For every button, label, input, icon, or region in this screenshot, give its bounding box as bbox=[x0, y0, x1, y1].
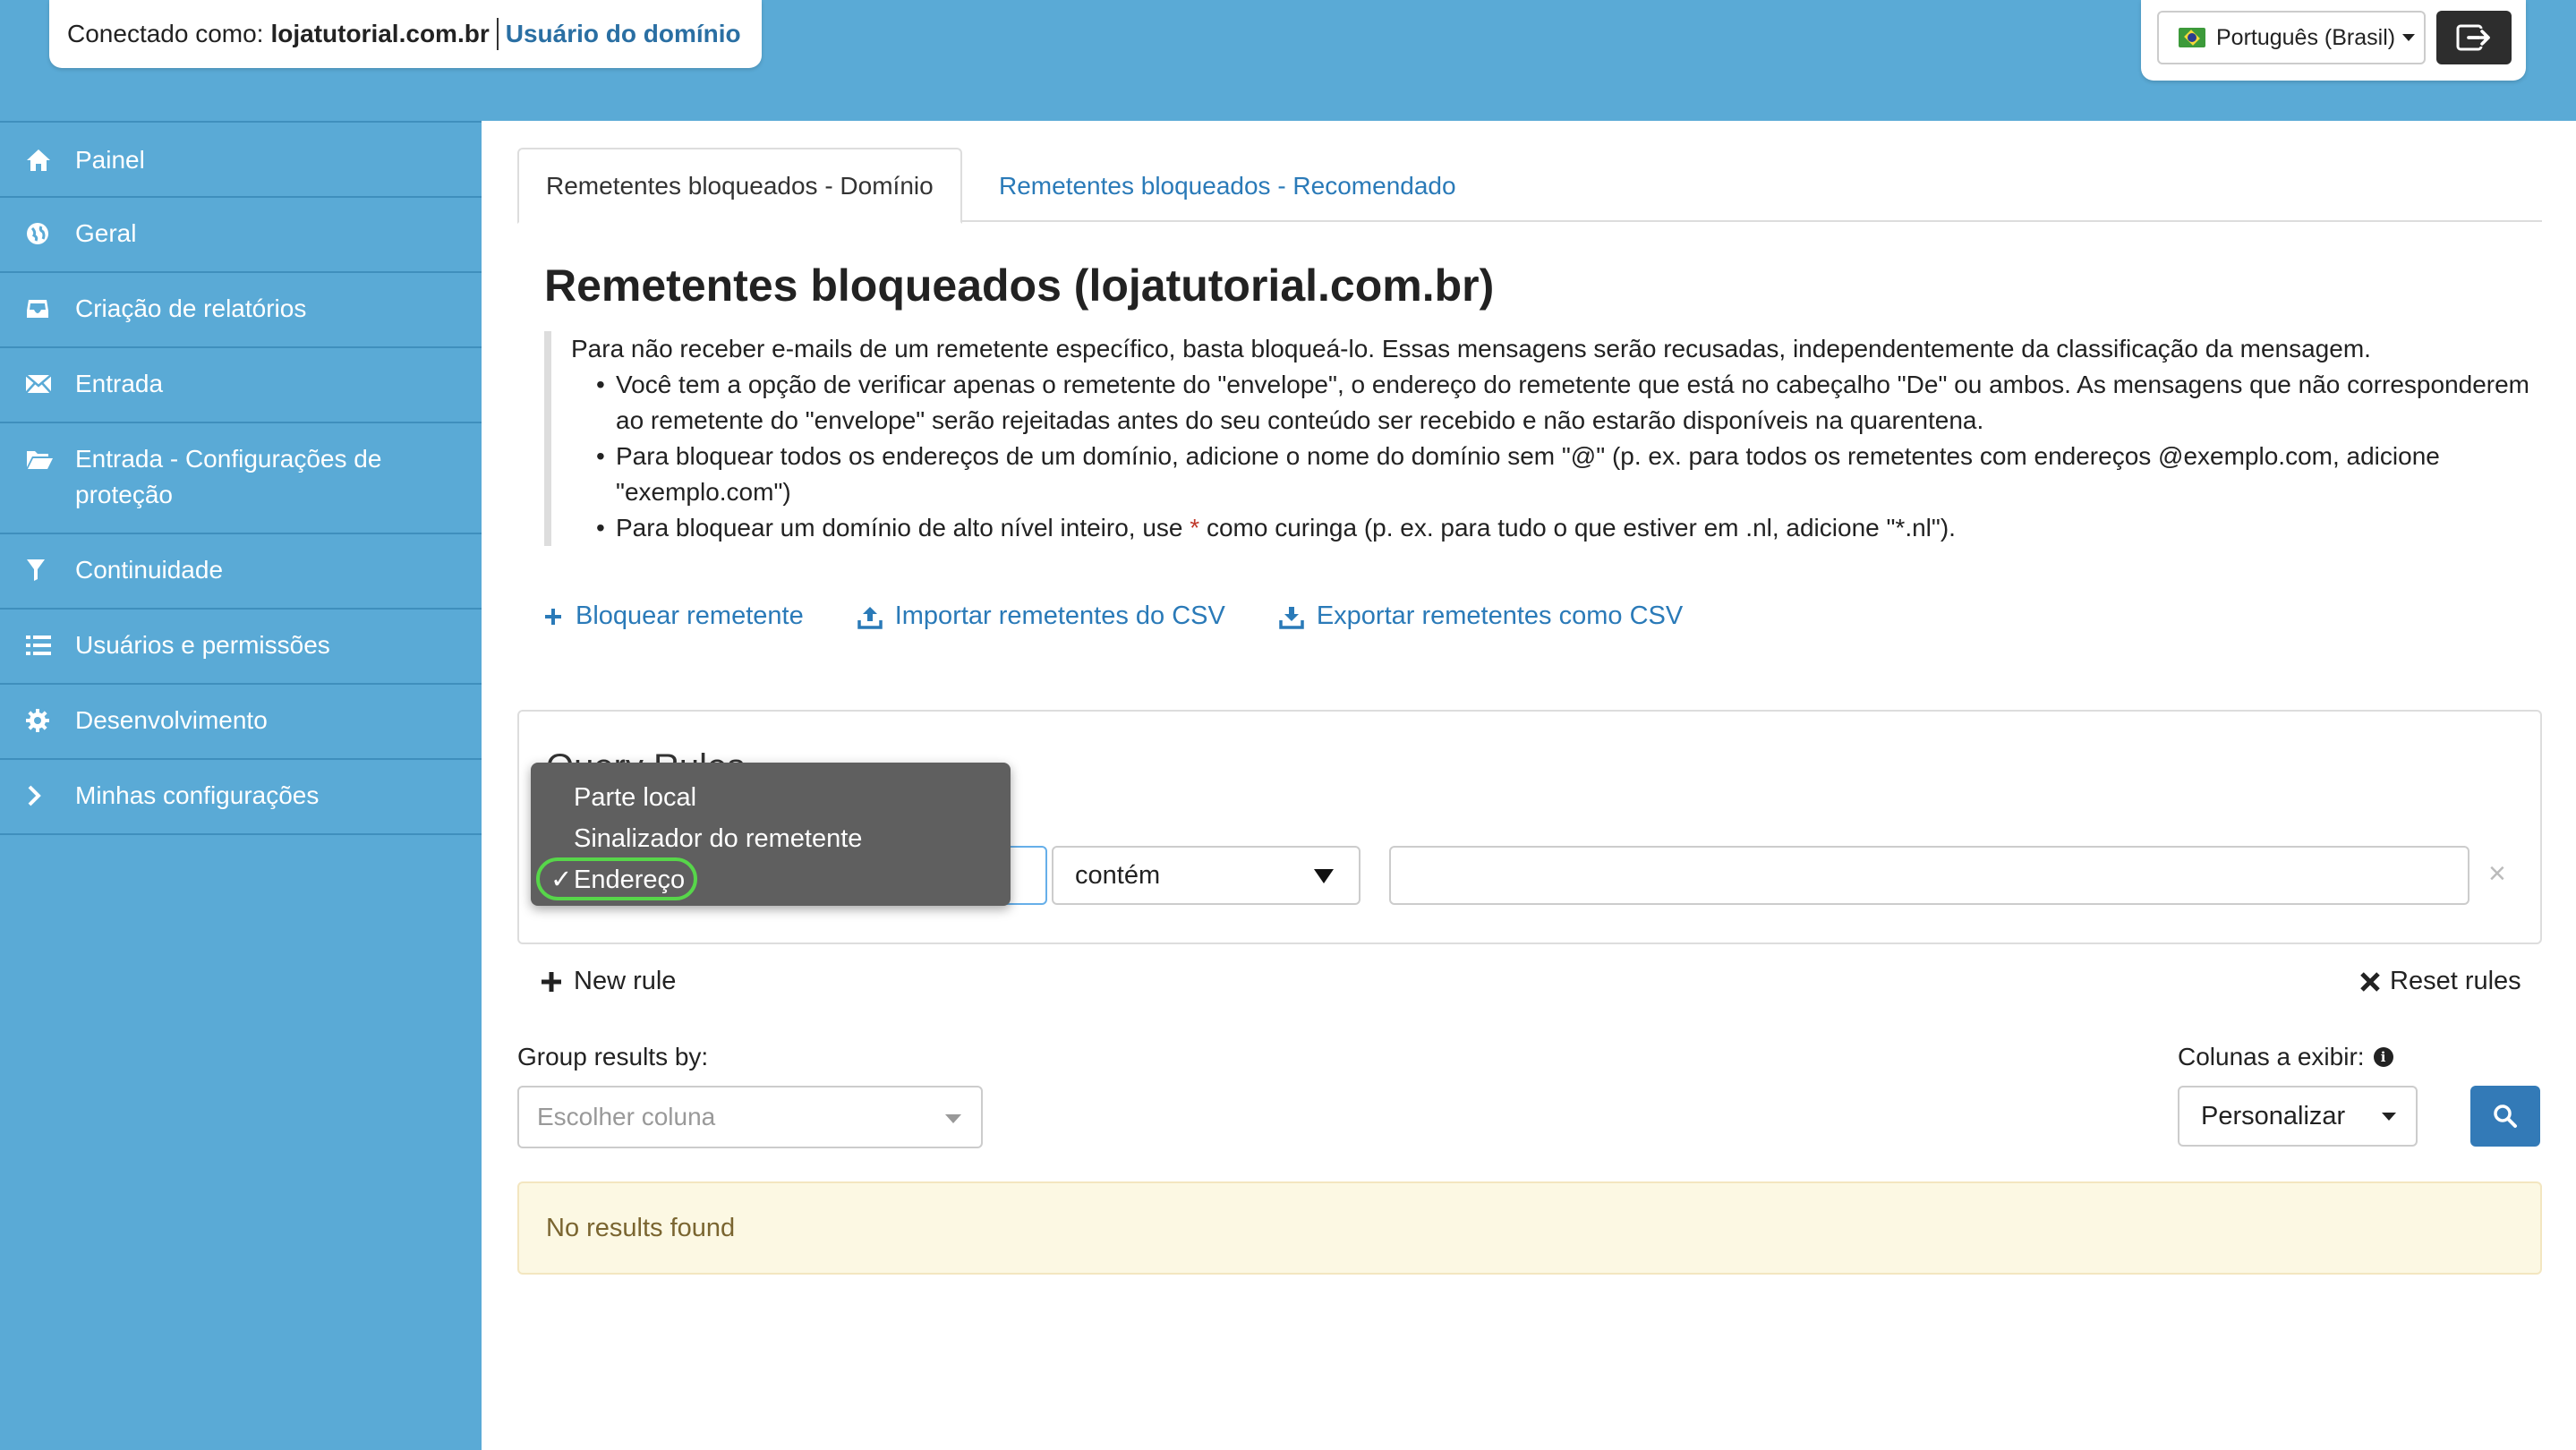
chevron-right-icon bbox=[25, 778, 57, 814]
export-csv-label: Exportar remetentes como CSV bbox=[1316, 601, 1684, 630]
tab-bloqueados-dominio[interactable]: Remetentes bloqueados - Domínio bbox=[517, 148, 962, 224]
close-icon bbox=[2360, 971, 2380, 992]
sidebar-item-geral[interactable]: Geral bbox=[0, 196, 482, 271]
import-csv-link[interactable]: Importar remetentes do CSV bbox=[857, 601, 1225, 631]
sidebar-item-label: Entrada bbox=[75, 370, 164, 397]
caret-down-icon bbox=[2382, 1113, 2396, 1121]
divider bbox=[496, 18, 499, 50]
sidebar-item-label: Minhas configurações bbox=[75, 781, 320, 809]
no-results-alert: No results found bbox=[517, 1181, 2542, 1275]
filter-icon bbox=[25, 552, 57, 588]
tab-bloqueados-recomendado[interactable]: Remetentes bloqueados - Recomendado bbox=[972, 148, 1483, 224]
info-bullet: Para bloquear um domínio de alto nível i… bbox=[596, 510, 2540, 546]
globe-icon bbox=[25, 216, 57, 252]
inbox-icon bbox=[25, 291, 57, 327]
sidebar-item-label: Usuários e permissões bbox=[75, 631, 330, 659]
group-by-label: Group results by: bbox=[517, 1043, 709, 1070]
new-rule-button[interactable]: New rule bbox=[540, 967, 676, 996]
logout-button[interactable] bbox=[2436, 11, 2512, 64]
group-by-select[interactable]: Escolher coluna bbox=[517, 1086, 983, 1148]
envelope-icon bbox=[25, 366, 57, 402]
columns-label: Colunas a exibir: i bbox=[2178, 1043, 2393, 1071]
main-content: Remetentes bloqueados - Domínio Remetent… bbox=[517, 148, 2542, 224]
sidebar-item-label: Desenvolvimento bbox=[75, 706, 268, 734]
columns-select[interactable]: Personalizar bbox=[2178, 1086, 2418, 1147]
info-bullet-text: Para bloquear um domínio de alto nível i… bbox=[616, 514, 1183, 542]
action-links: Bloquear remetente Importar remetentes d… bbox=[543, 601, 1736, 631]
rule-value-input[interactable] bbox=[1389, 846, 2469, 905]
download-icon bbox=[1279, 604, 1304, 629]
upload-icon bbox=[857, 604, 883, 629]
columns-label-text: Colunas a exibir: bbox=[2178, 1043, 2365, 1070]
wildcard-symbol: * bbox=[1190, 514, 1200, 542]
plus-icon bbox=[542, 971, 561, 992]
gear-icon bbox=[25, 703, 57, 738]
group-by-placeholder: Escolher coluna bbox=[537, 1103, 716, 1130]
sidebar-item-continuidade[interactable]: Continuidade bbox=[0, 533, 482, 608]
logout-icon bbox=[2456, 24, 2490, 51]
info-intro: Para não receber e-mails de um remetente… bbox=[571, 335, 2371, 362]
new-rule-label: New rule bbox=[574, 967, 677, 995]
header-controls: Português (Brasil) bbox=[2141, 0, 2526, 81]
folder-open-icon bbox=[25, 441, 57, 477]
rule-operator-select[interactable]: contém bbox=[1052, 846, 1361, 905]
block-sender-link[interactable]: Bloquear remetente bbox=[543, 601, 804, 631]
tab-bar: Remetentes bloqueados - Domínio Remetent… bbox=[517, 148, 2542, 224]
plus-icon bbox=[543, 607, 563, 627]
page-title: Remetentes bloqueados (lojatutorial.com.… bbox=[544, 260, 1495, 311]
sidebar-item-entrada[interactable]: Entrada bbox=[0, 346, 482, 422]
sidebar-item-painel[interactable]: Painel bbox=[0, 121, 482, 196]
dropdown-option-sinalizador[interactable]: Sinalizador do remetente bbox=[531, 818, 1011, 859]
sidebar-item-relatorios[interactable]: Criação de relatórios bbox=[0, 271, 482, 346]
list-icon bbox=[25, 627, 57, 663]
sidebar-item-usuarios[interactable]: Usuários e permissões bbox=[0, 608, 482, 683]
info-icon[interactable]: i bbox=[2373, 1047, 2393, 1067]
info-bullet: Para bloquear todos os endereços de um d… bbox=[596, 439, 2540, 510]
sidebar-item-minhas-configuracoes[interactable]: Minhas configurações bbox=[0, 758, 482, 835]
field-dropdown-menu: Parte local Sinalizador do remetente ✓ E… bbox=[531, 763, 1011, 906]
caret-down-icon bbox=[945, 1114, 961, 1123]
sidebar: Painel Geral Criação de relatórios Entra… bbox=[0, 121, 482, 1450]
language-label: Português (Brasil) bbox=[2216, 24, 2396, 50]
reset-rules-button[interactable]: Reset rules bbox=[2359, 967, 2521, 996]
columns-select-value: Personalizar bbox=[2201, 1101, 2346, 1130]
block-sender-label: Bloquear remetente bbox=[576, 601, 804, 630]
sidebar-item-label: Criação de relatórios bbox=[75, 294, 307, 322]
import-csv-label: Importar remetentes do CSV bbox=[894, 601, 1225, 630]
sidebar-item-desenvolvimento[interactable]: Desenvolvimento bbox=[0, 683, 482, 758]
info-block: Para não receber e-mails de um remetente… bbox=[544, 331, 2540, 546]
triangle-down-icon bbox=[1314, 869, 1334, 883]
export-csv-link[interactable]: Exportar remetentes como CSV bbox=[1279, 601, 1683, 631]
search-button[interactable] bbox=[2470, 1086, 2540, 1147]
sidebar-item-label: Continuidade bbox=[75, 556, 224, 584]
top-bar: Conectado como: lojatutorial.com.br Usuá… bbox=[0, 0, 2576, 121]
language-selector[interactable]: Português (Brasil) bbox=[2157, 11, 2426, 64]
sidebar-item-label: Painel bbox=[75, 146, 145, 174]
info-bullet: Você tem a opção de verificar apenas o r… bbox=[596, 367, 2540, 439]
no-results-text: No results found bbox=[546, 1213, 736, 1242]
brazil-flag-icon bbox=[2179, 28, 2205, 47]
rule-operator-value: contém bbox=[1075, 860, 1161, 890]
caret-down-icon bbox=[2402, 34, 2416, 41]
sidebar-item-label: Entrada - Configurações de proteção bbox=[75, 445, 382, 508]
dropdown-option-parte-local[interactable]: Parte local bbox=[531, 777, 1011, 818]
sidebar-item-label: Geral bbox=[75, 219, 137, 247]
info-list: Você tem a opção de verificar apenas o r… bbox=[596, 367, 2540, 546]
connected-domain: lojatutorial.com.br bbox=[270, 20, 490, 47]
search-icon bbox=[2494, 1105, 2517, 1128]
login-info: Conectado como: lojatutorial.com.br Usuá… bbox=[49, 0, 762, 68]
reset-rules-label: Reset rules bbox=[2390, 967, 2521, 995]
sidebar-item-entrada-protecao[interactable]: Entrada - Configurações de proteção bbox=[0, 422, 482, 533]
info-bullet-text: como curinga (p. ex. para tudo o que est… bbox=[1206, 514, 1956, 542]
selection-highlight bbox=[536, 857, 697, 900]
connected-label: Conectado como: bbox=[67, 20, 264, 47]
remove-rule-button[interactable]: × bbox=[2488, 857, 2506, 891]
home-icon bbox=[25, 142, 57, 178]
user-role-link[interactable]: Usuário do domínio bbox=[506, 20, 741, 48]
